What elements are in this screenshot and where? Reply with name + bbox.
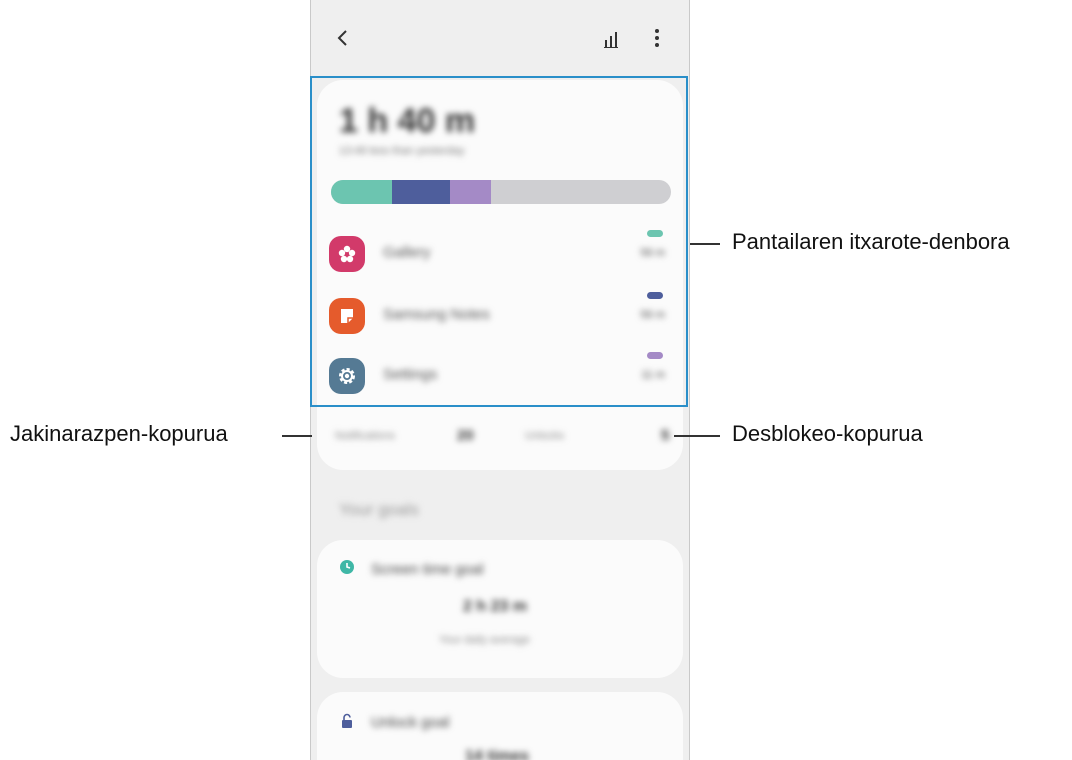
unlocks-callout: Desblokeo-kopurua [732, 421, 923, 446]
more-vert-icon [655, 29, 659, 47]
unlocks-callout-line [674, 435, 720, 437]
goals-section-title: Your goals [339, 500, 419, 519]
notifications-count: 20 [457, 427, 474, 444]
back-button[interactable] [331, 26, 355, 50]
screen-time-goal-value: 2 h 23 m [463, 598, 528, 615]
screen-time-goal-subtitle: Your daily average [439, 634, 530, 646]
stats-button[interactable] [601, 28, 625, 52]
chevron-left-icon [337, 30, 347, 46]
more-options-button[interactable] [647, 26, 667, 50]
unlocks-count: 5 [661, 427, 670, 444]
unlock-icon [342, 713, 352, 728]
clock-icon [340, 560, 354, 574]
screen-time-highlight [310, 76, 688, 407]
screen-time-callout: Pantailaren itxarote-denbora [732, 229, 1010, 254]
bar-chart-icon [604, 32, 618, 48]
top-app-bar [311, 10, 689, 66]
unlock-goal-value: 14 times [465, 748, 530, 760]
unlock-goal-title: Unlock goal [371, 714, 450, 731]
notifications-callout: Jakinarazpen-kopurua [10, 421, 228, 446]
screen-time-goal-title: Screen time goal [371, 561, 484, 578]
screen-time-callout-line [690, 243, 720, 245]
notifications-callout-line [282, 435, 312, 437]
counts-row: Notifications 20 Unlocks 5 [317, 410, 683, 470]
unlocks-label: Unlocks [525, 430, 565, 442]
notifications-label: Notifications [335, 430, 395, 442]
